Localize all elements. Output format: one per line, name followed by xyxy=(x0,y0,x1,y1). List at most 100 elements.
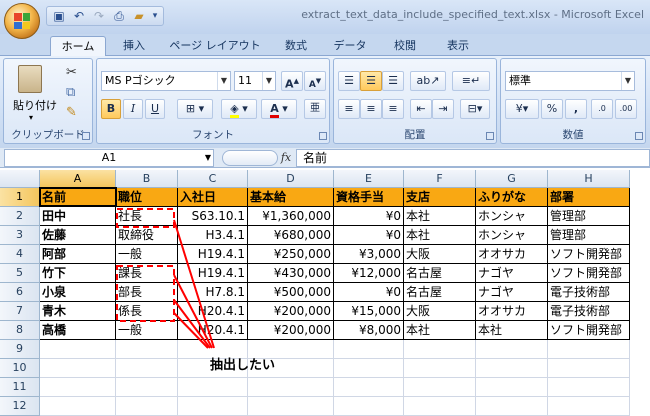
header-cell[interactable]: ふりがな xyxy=(476,188,548,207)
align-top-button[interactable]: ☰ xyxy=(338,71,360,91)
tab-formulas[interactable]: 数式 xyxy=(272,36,320,56)
table-cell-col-e[interactable]: ¥15,000 xyxy=(334,302,404,321)
empty-cell[interactable] xyxy=(178,378,248,397)
header-cell[interactable]: 職位 xyxy=(116,188,178,207)
select-all-corner[interactable] xyxy=(0,170,40,188)
table-cell-col-h[interactable]: 電子技術部 xyxy=(548,302,630,321)
align-right-button[interactable]: ≡ xyxy=(382,99,404,119)
grow-font-button[interactable]: A▲ xyxy=(281,71,303,91)
table-cell-col-a[interactable]: 田中 xyxy=(40,207,116,226)
table-cell-col-h[interactable]: ソフト開発部 xyxy=(548,321,630,340)
column-header-b[interactable]: B xyxy=(116,170,178,188)
table-cell-col-b[interactable]: 一般 xyxy=(116,245,178,264)
align-center-button[interactable]: ≡ xyxy=(360,99,382,119)
empty-cell[interactable] xyxy=(334,397,404,416)
wrap-text-button[interactable]: ≡↵ xyxy=(452,71,490,91)
table-cell-col-g[interactable]: オオサカ xyxy=(476,302,548,321)
table-cell-col-b[interactable]: 部長 xyxy=(116,283,178,302)
table-cell-col-b[interactable]: 係長 xyxy=(116,302,178,321)
save-icon[interactable]: ▣ xyxy=(51,8,67,24)
align-left-button[interactable]: ≡ xyxy=(338,99,360,119)
table-cell-col-d[interactable]: ¥500,000 xyxy=(248,283,334,302)
chevron-down-icon[interactable]: ▼ xyxy=(217,72,230,90)
table-cell-col-d[interactable]: ¥430,000 xyxy=(248,264,334,283)
row-header-2[interactable]: 2 xyxy=(0,207,40,226)
tab-view[interactable]: 表示 xyxy=(436,36,480,56)
empty-cell[interactable] xyxy=(548,397,630,416)
empty-cell[interactable] xyxy=(248,378,334,397)
row-header-4[interactable]: 4 xyxy=(0,245,40,264)
empty-cell[interactable] xyxy=(404,378,476,397)
table-cell-col-b[interactable]: 社長 xyxy=(116,207,178,226)
empty-cell[interactable] xyxy=(40,397,116,416)
table-cell-col-c[interactable]: H20.4.1 xyxy=(178,302,248,321)
font-size-combo[interactable]: 11 ▼ xyxy=(234,71,276,91)
empty-cell[interactable] xyxy=(116,359,178,378)
alignment-launcher-icon[interactable]: . xyxy=(486,132,494,140)
number-format-combo[interactable]: 標準 ▼ xyxy=(505,71,635,91)
table-cell-col-a[interactable]: 青木 xyxy=(40,302,116,321)
format-painter-icon[interactable]: ✎ xyxy=(66,105,77,120)
decrease-decimal-button[interactable]: .00 xyxy=(615,99,637,119)
customize-qat-icon[interactable]: ▾ xyxy=(151,8,159,24)
table-cell-col-h[interactable]: ソフト開発部 xyxy=(548,264,630,283)
open-folder-icon[interactable]: ▰ xyxy=(131,8,147,24)
chevron-down-icon[interactable]: ▼ xyxy=(621,72,634,90)
row-header-7[interactable]: 7 xyxy=(0,302,40,321)
empty-cell[interactable] xyxy=(404,397,476,416)
table-cell-col-g[interactable]: ホンシャ xyxy=(476,207,548,226)
empty-cell[interactable] xyxy=(548,359,630,378)
number-launcher-icon[interactable]: . xyxy=(635,132,643,140)
header-cell[interactable]: 入社日 xyxy=(178,188,248,207)
borders-button[interactable]: ⊞ ▾ xyxy=(177,99,213,119)
column-header-e[interactable]: E xyxy=(334,170,404,188)
office-button[interactable] xyxy=(4,3,40,39)
align-middle-button[interactable]: ☰ xyxy=(360,71,382,91)
table-cell-col-f[interactable]: 大阪 xyxy=(404,302,476,321)
table-cell-col-e[interactable]: ¥3,000 xyxy=(334,245,404,264)
header-cell[interactable]: 支店 xyxy=(404,188,476,207)
cut-icon[interactable]: ✂ xyxy=(66,65,77,80)
column-header-d[interactable]: D xyxy=(248,170,334,188)
chevron-down-icon[interactable]: ▼ xyxy=(205,150,211,166)
tab-insert[interactable]: 挿入 xyxy=(112,36,156,56)
table-cell-col-e[interactable]: ¥0 xyxy=(334,226,404,245)
table-cell-col-b[interactable]: 取締役 xyxy=(116,226,178,245)
table-cell-col-f[interactable]: 名古屋 xyxy=(404,283,476,302)
empty-cell[interactable] xyxy=(548,378,630,397)
tab-home[interactable]: ホーム xyxy=(50,36,106,56)
header-cell[interactable]: 基本給 xyxy=(248,188,334,207)
empty-cell[interactable] xyxy=(40,378,116,397)
redo-icon[interactable]: ↷ xyxy=(91,8,107,24)
formula-input[interactable]: 名前 xyxy=(296,149,650,167)
print-preview-icon[interactable]: ⎙ xyxy=(111,8,127,24)
tab-page-layout[interactable]: ページ レイアウト xyxy=(165,36,265,56)
table-cell-col-h[interactable]: 管理部 xyxy=(548,226,630,245)
table-cell-col-g[interactable]: ナゴヤ xyxy=(476,264,548,283)
header-cell[interactable]: 部署 xyxy=(548,188,630,207)
table-cell-col-b[interactable]: 課長 xyxy=(116,264,178,283)
undo-icon[interactable]: ↶ xyxy=(71,8,87,24)
formula-bar-handle[interactable] xyxy=(222,150,278,166)
clipboard-launcher-icon[interactable]: . xyxy=(82,132,90,140)
paste-button[interactable]: 貼り付け xyxy=(10,97,60,113)
table-cell-col-h[interactable]: ソフト開発部 xyxy=(548,245,630,264)
orientation-button[interactable]: ab↗ xyxy=(410,71,446,91)
column-header-a[interactable]: A xyxy=(40,170,116,188)
table-cell-col-h[interactable]: 電子技術部 xyxy=(548,283,630,302)
row-header-8[interactable]: 8 xyxy=(0,321,40,340)
font-name-combo[interactable]: MS Pゴシック ▼ xyxy=(101,71,231,91)
empty-cell[interactable] xyxy=(40,340,116,359)
font-color-button[interactable]: A ▾ xyxy=(261,99,297,119)
table-cell-col-d[interactable]: ¥200,000 xyxy=(248,321,334,340)
chevron-down-icon[interactable]: ▼ xyxy=(262,72,275,90)
empty-cell[interactable] xyxy=(548,340,630,359)
table-cell-col-g[interactable]: ナゴヤ xyxy=(476,283,548,302)
empty-cell[interactable] xyxy=(248,397,334,416)
empty-cell[interactable] xyxy=(476,340,548,359)
table-cell-col-d[interactable]: ¥1,360,000 xyxy=(248,207,334,226)
column-header-h[interactable]: H xyxy=(548,170,630,188)
table-cell-col-h[interactable]: 管理部 xyxy=(548,207,630,226)
column-header-f[interactable]: F xyxy=(404,170,476,188)
table-cell-col-a[interactable]: 小泉 xyxy=(40,283,116,302)
